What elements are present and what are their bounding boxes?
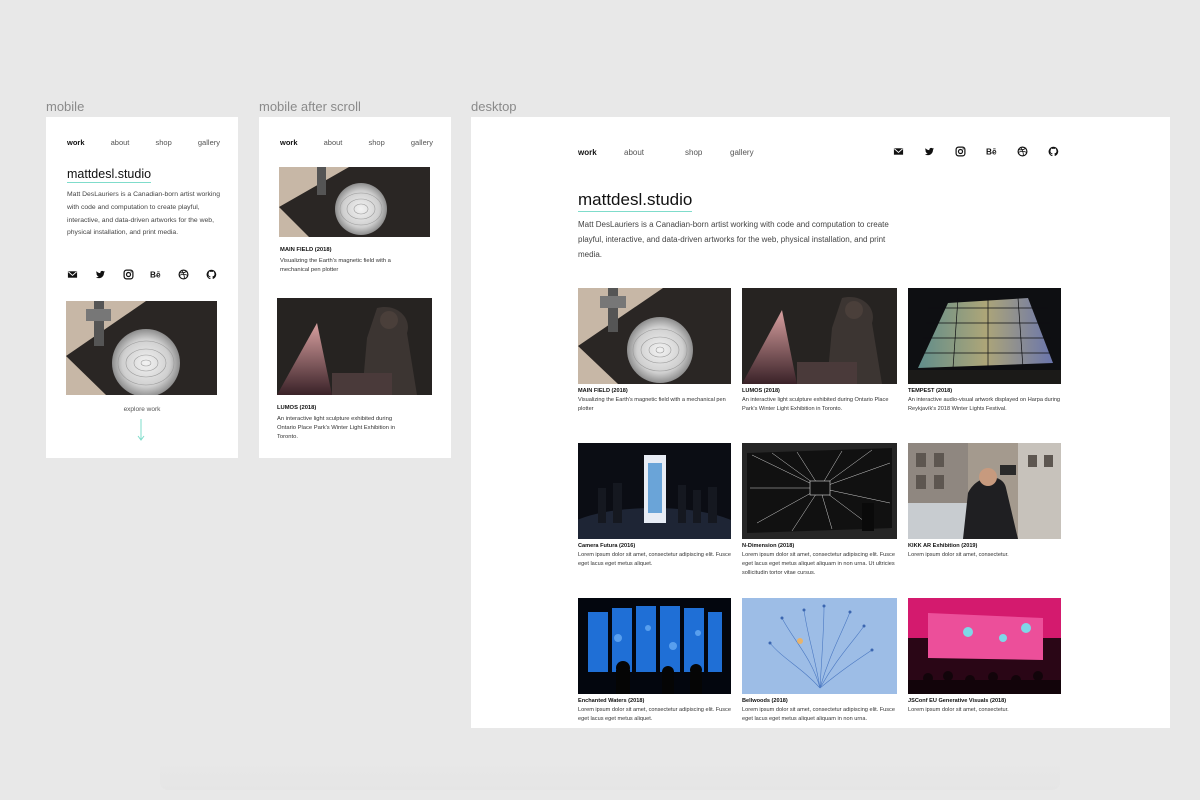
dribbble-icon[interactable] bbox=[1017, 146, 1028, 157]
mail-icon[interactable] bbox=[893, 146, 904, 157]
project-card[interactable]: Camera Futura (2016) Lorem ipsum dolor s… bbox=[578, 443, 731, 578]
project-title: Bellwoods (2018) bbox=[742, 698, 788, 704]
project-desc: Lorem ipsum dolor sit amet, consectetur … bbox=[742, 707, 895, 722]
social-links: Bē bbox=[67, 269, 217, 280]
arrow-down-icon[interactable] bbox=[137, 419, 145, 441]
project-thumb-main-field[interactable] bbox=[578, 288, 731, 384]
nav-shop[interactable]: shop bbox=[156, 138, 172, 147]
project-thumb-main-field[interactable] bbox=[66, 301, 217, 395]
desktop-nav: work about shop gallery bbox=[578, 148, 754, 157]
project-card[interactable]: MAIN FIELD (2018) Visualizing the Earth'… bbox=[578, 288, 731, 423]
nav-shop[interactable]: shop bbox=[685, 148, 730, 157]
caption-desktop: desktop bbox=[471, 99, 517, 114]
dribbble-icon[interactable] bbox=[178, 269, 189, 280]
project-thumb-kikk[interactable] bbox=[908, 443, 1061, 539]
project-title: MAIN FIELD (2018) bbox=[578, 388, 628, 394]
project-title: Enchanted Waters (2018) bbox=[578, 698, 645, 704]
mobile-nav: work about shop gallery bbox=[280, 138, 433, 147]
behance-icon[interactable]: Bē bbox=[150, 269, 161, 280]
project-title: KIKK AR Exhibition (2019) bbox=[908, 543, 978, 549]
github-icon[interactable] bbox=[206, 269, 217, 280]
nav-about[interactable]: about bbox=[324, 138, 343, 147]
project-desc: Visualizing the Earth's magnetic field w… bbox=[578, 397, 726, 412]
project-thumb-n-dimension[interactable] bbox=[742, 443, 897, 539]
mobile-frame: work about shop gallery mattdesl.studio … bbox=[46, 117, 238, 458]
site-bio: Matt DesLauriers is a Canadian-born arti… bbox=[67, 191, 220, 237]
caption-mobile-scroll: mobile after scroll bbox=[259, 99, 361, 114]
project-thumb-lumos[interactable] bbox=[277, 298, 432, 395]
project-card[interactable]: N-Dimension (2018) Lorem ipsum dolor sit… bbox=[742, 443, 897, 578]
project-thumb-tempest[interactable] bbox=[908, 288, 1061, 384]
project-desc: Lorem ipsum dolor sit amet, consectetur. bbox=[908, 552, 1009, 558]
project-thumb-bellwoods[interactable] bbox=[742, 598, 897, 694]
project-desc: Lorem ipsum dolor sit amet, consectetur. bbox=[908, 707, 1009, 713]
nav-gallery[interactable]: gallery bbox=[730, 148, 754, 157]
caption-mobile: mobile bbox=[46, 99, 85, 114]
project-desc: Lorem ipsum dolor sit amet, consectetur … bbox=[578, 552, 731, 567]
nav-gallery[interactable]: gallery bbox=[411, 138, 433, 147]
project-desc: Lorem ipsum dolor sit amet, consectetur … bbox=[578, 707, 731, 722]
project-card[interactable]: KIKK AR Exhibition (2019) Lorem ipsum do… bbox=[908, 443, 1061, 578]
github-icon[interactable] bbox=[1048, 146, 1059, 157]
project-card[interactable]: Enchanted Waters (2018) Lorem ipsum dolo… bbox=[578, 598, 731, 728]
project-desc: An interactive audio-visual artwork disp… bbox=[908, 397, 1061, 412]
project-title: LUMOS (2018) bbox=[277, 405, 317, 411]
project-thumb-main-field[interactable] bbox=[279, 167, 430, 237]
instagram-icon[interactable] bbox=[123, 269, 134, 280]
instagram-icon[interactable] bbox=[955, 146, 966, 157]
mail-icon[interactable] bbox=[67, 269, 78, 280]
site-bio: Matt DesLauriers is a Canadian-born arti… bbox=[578, 220, 889, 259]
project-card[interactable]: LUMOS (2018) An interactive light sculpt… bbox=[742, 288, 897, 423]
twitter-icon[interactable] bbox=[95, 269, 106, 280]
project-title: JSConf EU Generative Visuals (2018) bbox=[908, 698, 1007, 704]
twitter-icon[interactable] bbox=[924, 146, 935, 157]
project-desc: An interactive light sculpture exhibited… bbox=[277, 416, 396, 440]
project-thumb-lumos[interactable] bbox=[742, 288, 897, 384]
nav-work[interactable]: work bbox=[67, 138, 85, 147]
svg-text:Bē: Bē bbox=[986, 148, 997, 157]
nav-work[interactable]: work bbox=[578, 148, 624, 157]
project-card[interactable]: TEMPEST (2018) An interactive audio-visu… bbox=[908, 288, 1061, 423]
site-title[interactable]: mattdesl.studio bbox=[67, 167, 152, 183]
project-thumb-camera-futura[interactable] bbox=[578, 443, 731, 539]
nav-about[interactable]: about bbox=[624, 148, 685, 157]
nav-about[interactable]: about bbox=[111, 138, 130, 147]
explore-work-link[interactable]: explore work bbox=[46, 406, 238, 413]
nav-gallery[interactable]: gallery bbox=[198, 138, 220, 147]
bottom-shadow bbox=[160, 760, 1060, 790]
project-desc: Lorem ipsum dolor sit amet, consectetur … bbox=[742, 552, 895, 576]
project-card[interactable]: JSConf EU Generative Visuals (2018) Lore… bbox=[908, 598, 1061, 728]
project-title: Camera Futura (2016) bbox=[578, 543, 636, 549]
nav-shop[interactable]: shop bbox=[369, 138, 385, 147]
mobile-nav: work about shop gallery bbox=[67, 138, 220, 147]
svg-text:Bē: Bē bbox=[150, 271, 161, 280]
project-desc: An interactive light sculpture exhibited… bbox=[742, 397, 889, 412]
project-title: TEMPEST (2018) bbox=[908, 388, 953, 394]
project-grid: MAIN FIELD (2018) Visualizing the Earth'… bbox=[578, 288, 1061, 728]
project-thumb-enchanted-waters[interactable] bbox=[578, 598, 731, 694]
project-title: N-Dimension (2018) bbox=[742, 543, 795, 549]
nav-work[interactable]: work bbox=[280, 138, 298, 147]
behance-icon[interactable]: Bē bbox=[986, 146, 997, 157]
mobile-scroll-frame: work about shop gallery MAIN FIELD (2018… bbox=[259, 117, 451, 458]
site-title[interactable]: mattdesl.studio bbox=[578, 190, 693, 212]
project-desc: Visualizing the Earth's magnetic field w… bbox=[280, 258, 391, 273]
social-links: Bē bbox=[893, 146, 1059, 157]
project-card[interactable]: Bellwoods (2018) Lorem ipsum dolor sit a… bbox=[742, 598, 897, 728]
project-title: LUMOS (2018) bbox=[742, 388, 780, 394]
project-title: MAIN FIELD (2018) bbox=[280, 247, 332, 253]
project-thumb-jsconf[interactable] bbox=[908, 598, 1061, 694]
desktop-frame: work about shop gallery Bē mattdesl.stud… bbox=[471, 117, 1170, 728]
